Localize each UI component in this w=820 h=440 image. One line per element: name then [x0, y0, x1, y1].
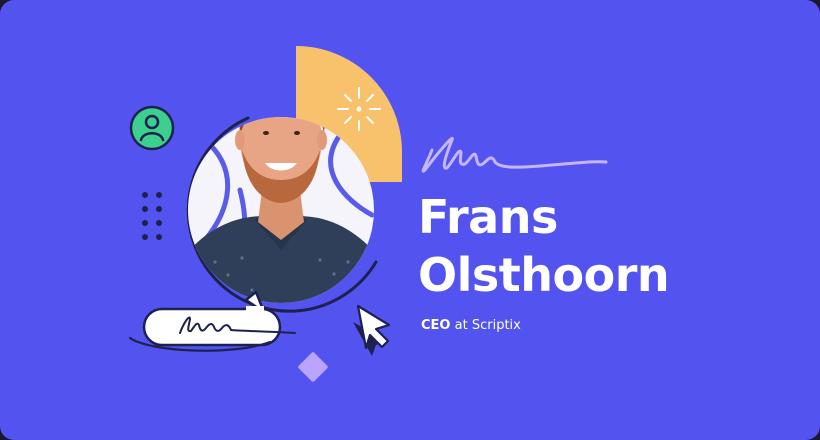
company-name: Scriptix — [471, 318, 521, 333]
role-connector: at — [454, 318, 468, 333]
user-avatar-icon — [129, 105, 175, 151]
person-name: Frans Olsthoorn — [418, 188, 670, 304]
first-name: Frans — [418, 190, 558, 244]
job-title: CEO at Scriptix — [421, 318, 521, 334]
profile-card: Frans Olsthoorn CEO at Scriptix — [0, 0, 820, 440]
cursor-arrow-icon — [353, 304, 391, 356]
dot-grid — [142, 192, 162, 240]
sparkle-icon — [337, 87, 381, 131]
role-title: CEO — [421, 318, 451, 333]
signature-scribble — [421, 136, 608, 173]
diamond-shape — [298, 352, 328, 382]
decorative-artwork — [128, 46, 608, 382]
last-name: Olsthoorn — [418, 248, 670, 302]
